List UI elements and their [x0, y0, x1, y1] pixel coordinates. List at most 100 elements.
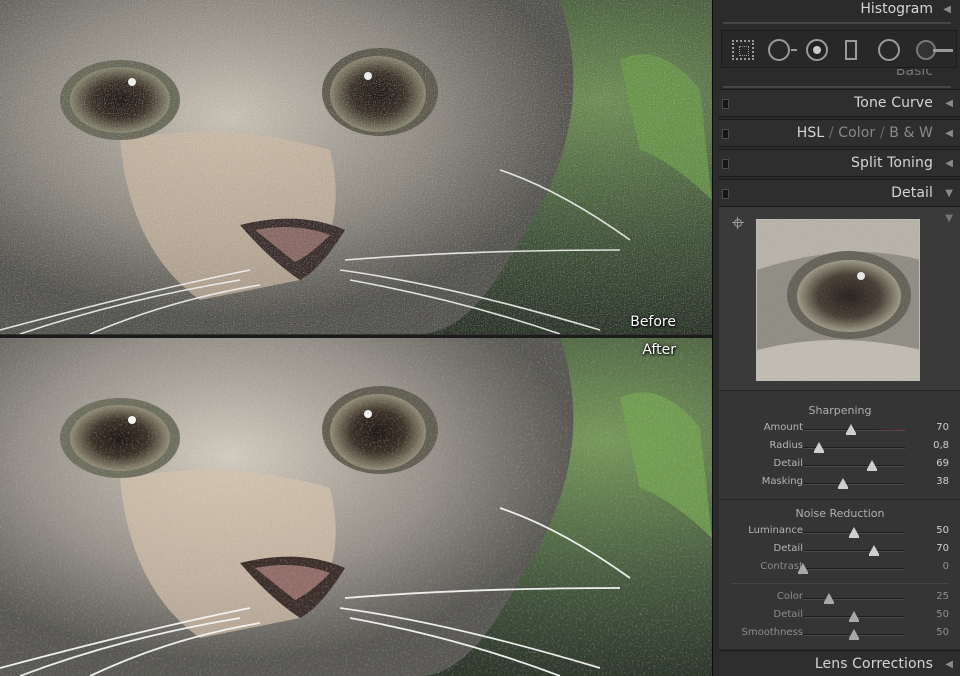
adjustment-brush-icon[interactable]	[916, 40, 953, 60]
slider-value[interactable]: 50	[915, 609, 949, 620]
section-lens-corrections[interactable]: Lens Corrections ◀	[719, 650, 960, 676]
section-tone-curve[interactable]: Tone Curve ◀	[719, 89, 960, 117]
cat-photo-after	[0, 338, 712, 676]
hsl-separator: /	[828, 125, 834, 141]
slider-sharpen-detail[interactable]: Detail 69	[719, 456, 960, 474]
after-photo-pane[interactable]: After	[0, 338, 712, 676]
histogram-header[interactable]: Histogram ◀	[719, 0, 960, 22]
slider-thumb[interactable]	[867, 460, 878, 471]
target-crosshair-icon[interactable]	[732, 217, 744, 229]
photo-compare-view[interactable]: Before After	[0, 0, 712, 676]
slider-radius[interactable]: Radius 0,8	[719, 438, 960, 456]
triangle-down-icon[interactable]: ▼	[945, 213, 953, 224]
detail-zoom-preview[interactable]	[756, 219, 920, 381]
slider-value[interactable]: 38	[915, 476, 949, 487]
triangle-left-icon[interactable]: ◀	[945, 128, 953, 139]
split-toning-switch[interactable]	[722, 159, 729, 169]
noise-subgroup-separator	[731, 583, 949, 584]
slider-value[interactable]: 25	[915, 591, 949, 602]
tone-curve-switch[interactable]	[722, 99, 729, 109]
basic-title: Basic	[895, 69, 933, 79]
slider-value[interactable]: 70	[915, 422, 949, 433]
bw-tab[interactable]: B & W	[889, 125, 933, 141]
red-eye-icon[interactable]	[806, 39, 828, 61]
slider-smoothness[interactable]: Smoothness 50	[719, 625, 960, 643]
before-photo-pane[interactable]: Before	[0, 0, 712, 334]
lens-corrections-title: Lens Corrections	[814, 656, 933, 672]
cat-eye-preview	[757, 220, 919, 380]
sharpening-title: Sharpening	[808, 404, 872, 417]
slider-masking[interactable]: Masking 38	[719, 474, 960, 492]
radial-filter-icon[interactable]	[878, 39, 900, 61]
triangle-left-icon[interactable]: ◀	[945, 659, 953, 670]
noise-reduction-title: Noise Reduction	[795, 507, 885, 520]
triangle-left-icon[interactable]: ◀	[943, 4, 951, 15]
spot-removal-icon[interactable]	[768, 39, 797, 61]
slider-thumb[interactable]	[869, 545, 880, 556]
slider-value[interactable]: 50	[915, 525, 949, 536]
hsl-separator: /	[879, 125, 885, 141]
graduated-filter-icon[interactable]	[845, 40, 857, 60]
detail-preview-box: ▼	[719, 207, 960, 391]
section-basic[interactable]: Basic	[719, 69, 960, 87]
before-label: Before	[630, 314, 676, 330]
slider-track[interactable]	[803, 598, 905, 600]
slider-thumb[interactable]	[814, 442, 825, 453]
slider-track[interactable]	[803, 465, 905, 467]
slider-label: Contrast	[760, 561, 803, 572]
sharpening-group: Sharpening Amount 70 Radius 0,8 Detail 6…	[719, 396, 960, 500]
slider-thumb[interactable]	[798, 563, 808, 574]
slider-thumb[interactable]	[845, 424, 856, 435]
slider-thumb[interactable]	[837, 478, 848, 489]
slider-value[interactable]: 69	[915, 458, 949, 469]
slider-label: Smoothness	[741, 627, 804, 638]
slider-label: Masking	[761, 476, 803, 487]
color-tab[interactable]: Color	[838, 125, 875, 141]
slider-label: Color	[776, 591, 803, 602]
basic-rule	[723, 86, 951, 88]
slider-luminance[interactable]: Luminance 50	[719, 523, 960, 541]
triangle-left-icon[interactable]: ◀	[945, 98, 953, 109]
slider-color[interactable]: Color 25	[719, 589, 960, 607]
hsl-title: HSL / Color / B & W	[797, 125, 933, 141]
slider-value[interactable]: 50	[915, 627, 949, 638]
detail-body: ▼ Sharpening Amount 70 Radius 0,8 Detail…	[719, 207, 960, 649]
section-hsl[interactable]: HSL / Color / B & W ◀	[719, 119, 960, 147]
slider-value[interactable]: 70	[915, 543, 949, 554]
after-label: After	[642, 342, 676, 358]
slider-contrast[interactable]: Contrast 0	[719, 559, 960, 577]
slider-luminance-detail[interactable]: Detail 70	[719, 541, 960, 559]
slider-thumb[interactable]	[849, 527, 859, 538]
slider-value[interactable]: 0,8	[915, 440, 949, 451]
crop-overlay-icon[interactable]	[732, 40, 754, 60]
tone-curve-title: Tone Curve	[854, 95, 933, 111]
slider-label: Detail	[773, 458, 803, 469]
slider-track[interactable]	[803, 550, 905, 552]
slider-color-detail[interactable]: Detail 50	[719, 607, 960, 625]
triangle-left-icon[interactable]: ◀	[945, 158, 953, 169]
triangle-down-icon[interactable]: ▼	[945, 188, 953, 199]
slider-value[interactable]: 0	[915, 561, 949, 572]
histogram-rule	[723, 22, 951, 24]
cat-photo-before	[0, 0, 712, 334]
slider-label: Amount	[763, 422, 803, 433]
slider-label: Luminance	[748, 525, 803, 536]
detail-switch[interactable]	[722, 189, 729, 199]
hsl-tab[interactable]: HSL	[797, 125, 825, 141]
slider-thumb[interactable]	[849, 611, 859, 622]
slider-label: Detail	[773, 609, 803, 620]
section-split-toning[interactable]: Split Toning ◀	[719, 149, 960, 177]
develop-right-panel: Histogram ◀ Basic Tone Curve ◀ HSL / Col…	[712, 0, 960, 676]
split-toning-title: Split Toning	[851, 155, 933, 171]
section-detail[interactable]: Detail ▼	[719, 179, 960, 207]
slider-thumb[interactable]	[849, 629, 859, 640]
slider-track[interactable]	[803, 568, 905, 570]
slider-thumb[interactable]	[823, 593, 834, 604]
slider-track[interactable]	[803, 483, 905, 485]
noise-reduction-group: Noise Reduction Luminance 50 Detail 70 C…	[719, 501, 960, 649]
slider-label: Radius	[769, 440, 803, 451]
slider-label: Detail	[773, 543, 803, 554]
tool-strip	[721, 30, 957, 68]
hsl-switch[interactable]	[722, 129, 729, 139]
slider-amount[interactable]: Amount 70	[719, 420, 960, 438]
